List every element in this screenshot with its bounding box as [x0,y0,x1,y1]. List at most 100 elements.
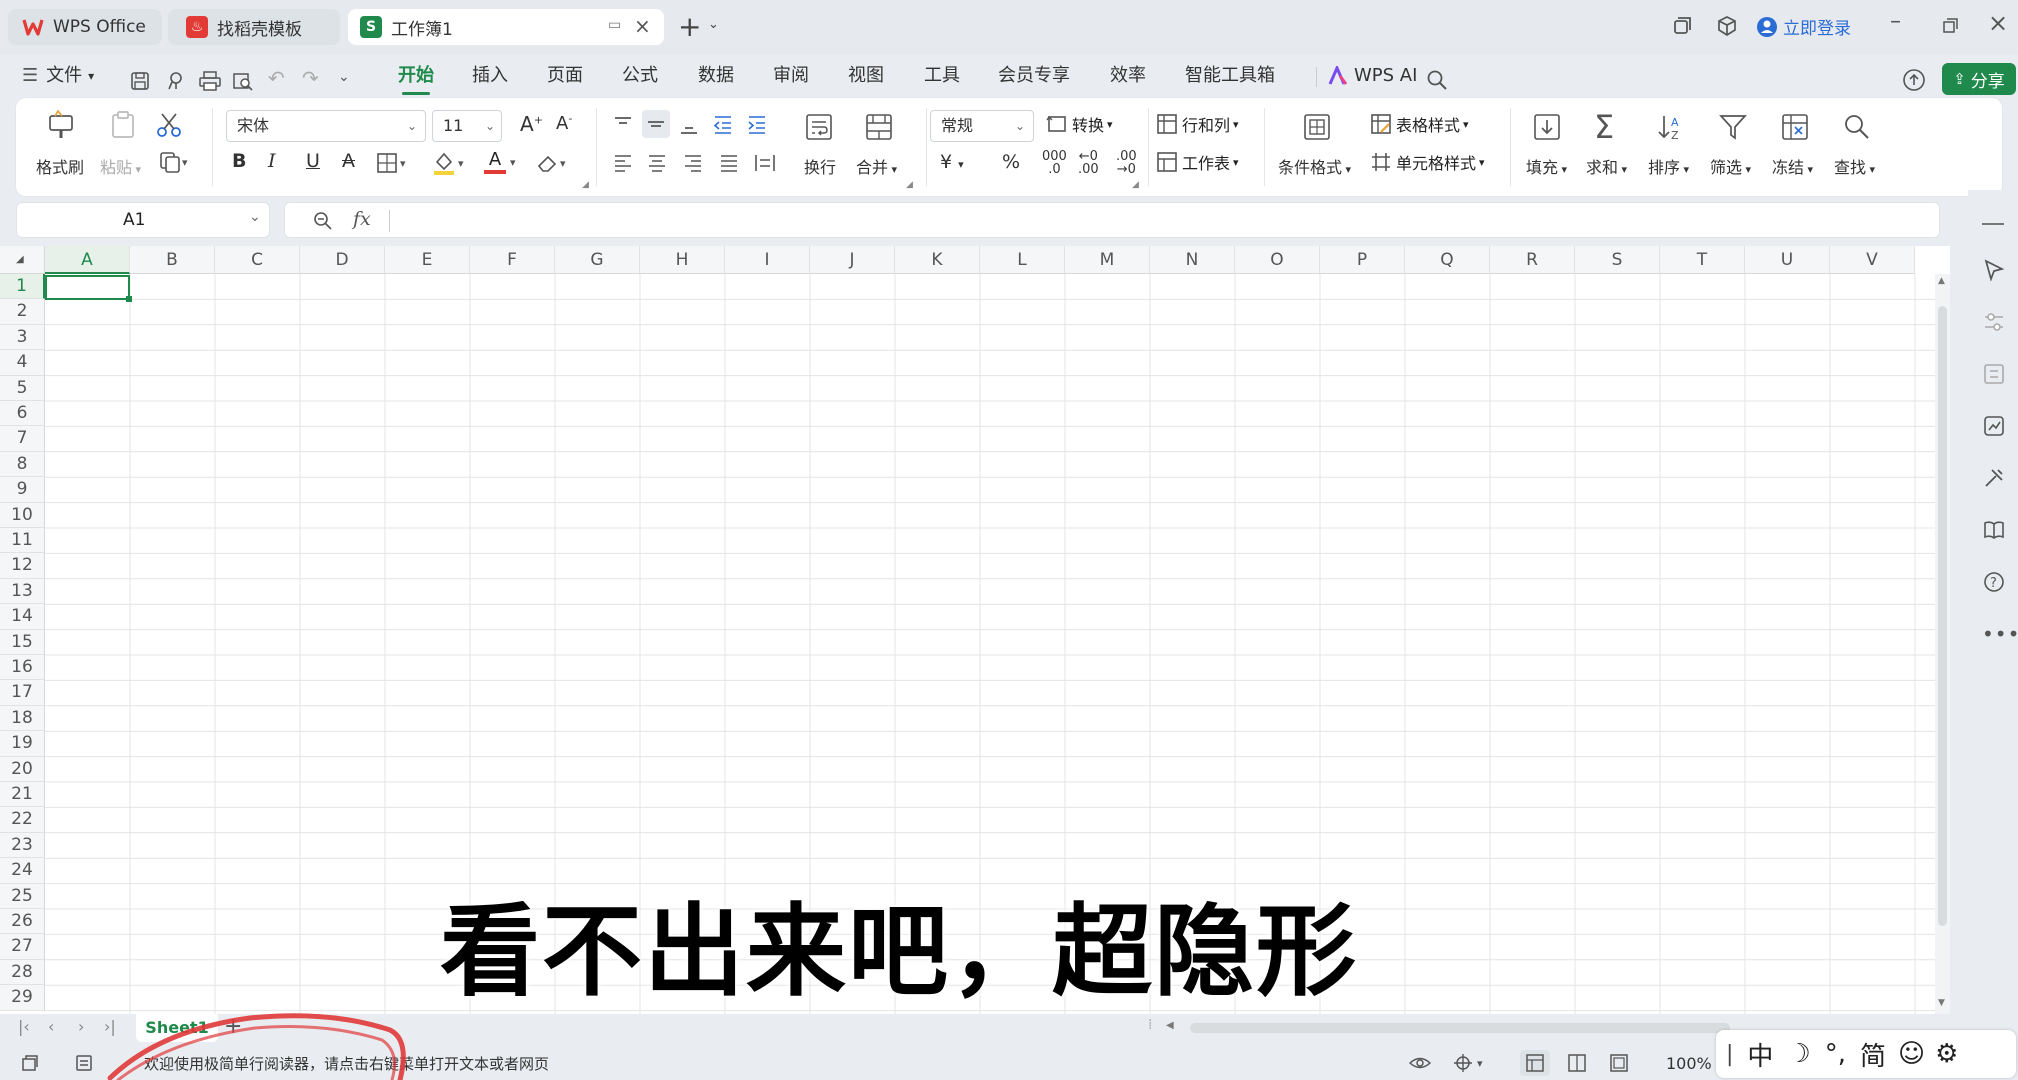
currency-button[interactable]: ¥ ▾ [940,151,964,173]
tab-view[interactable]: 视图 [848,62,884,90]
merge-cells-icon[interactable] [864,112,894,142]
window-layout-icon[interactable] [1672,16,1692,36]
paste-icon[interactable] [108,110,138,140]
filter-icon[interactable] [1718,112,1748,142]
prev-sheet-icon[interactable]: ‹ [48,1017,54,1036]
row-header[interactable]: 9 [0,477,45,503]
column-header[interactable]: O [1235,246,1320,274]
align-bottom-icon[interactable] [678,114,700,136]
number-format-select[interactable]: 常规 ⌄ [930,110,1034,142]
convert-button[interactable]: 转换 ▾ [1046,112,1113,136]
column-header[interactable]: B [130,246,215,274]
wps-ai-button[interactable]: WPS AI [1328,62,1417,90]
row-header[interactable]: 13 [0,578,45,605]
emoji-icon[interactable]: ☺ [1898,1039,1925,1069]
find-icon[interactable] [1842,112,1872,142]
zoom-formula-icon[interactable] [313,211,333,231]
row-header[interactable]: 20 [0,756,45,782]
freeze-icon[interactable] [1780,112,1810,142]
row-header[interactable]: 2 [0,299,45,325]
scissors-icon[interactable] [156,112,182,138]
row-header[interactable]: 12 [0,553,45,579]
font-color-button[interactable]: A ▾ [484,150,516,174]
freeze-label[interactable]: 冻结 ▾ [1772,154,1813,178]
increase-indent-icon[interactable] [746,114,768,136]
location-button[interactable]: ▾ [1452,1053,1483,1073]
file-menu[interactable]: ☰ 文件 ▾ [22,62,94,90]
tab-template[interactable]: ♨ 找稻壳模板 [168,9,340,45]
row-header[interactable]: 17 [0,680,45,706]
conditional-format-label[interactable]: 条件格式 ▾ [1278,154,1351,178]
row-header[interactable]: 23 [0,832,45,859]
align-middle-button[interactable] [642,110,670,138]
search-icon[interactable] [1426,69,1448,91]
login-button[interactable]: 立即登录 [1756,14,1851,39]
tools-icon[interactable] [1982,466,2006,490]
tab-home[interactable]: 开始 [398,62,434,95]
dialog-launcher-icon[interactable]: ◢ [906,180,913,190]
row-header[interactable]: 11 [0,528,45,554]
row-header[interactable]: 26 [0,909,45,935]
wrap-text-label[interactable]: 换行 [804,154,836,178]
decrease-font-icon[interactable]: A- [556,112,572,134]
tab-wps-office[interactable]: WPS Office [8,9,162,45]
adjust-icon[interactable] [1982,310,2006,334]
italic-button[interactable]: I [268,150,276,172]
align-center-icon[interactable] [646,152,668,174]
scroll-down-icon[interactable]: ▼ [1938,998,1945,1008]
percent-button[interactable]: % [1002,151,1020,173]
ime-chinese-toggle[interactable]: 中 [1747,1036,1773,1073]
first-sheet-icon[interactable]: |‹ [18,1017,30,1036]
save-icon[interactable] [130,71,150,91]
column-header[interactable]: P [1320,246,1405,274]
distribute-icon[interactable] [754,152,776,174]
conditional-format-icon[interactable] [1302,112,1332,142]
chevron-down-icon[interactable]: ⌄ [708,17,719,32]
sum-label[interactable]: 求和 ▾ [1586,154,1627,178]
tab-review[interactable]: 审阅 [773,62,809,90]
normal-view-button[interactable] [1520,1050,1550,1076]
name-box[interactable]: A1 ⌄ [16,202,270,238]
thousands-icon[interactable]: 000.0 [1042,150,1067,176]
row-header[interactable]: 3 [0,324,45,351]
row-header[interactable]: 25 [0,883,45,909]
new-tab-icon[interactable]: + [678,10,701,43]
ime-handle-icon[interactable]: | [1726,1042,1733,1067]
sort-label[interactable]: 排序 ▾ [1648,154,1689,178]
scroll-left-icon[interactable]: ◀ [1166,1020,1174,1031]
rows-cols-button[interactable]: 行和列 ▾ [1156,112,1239,136]
row-header[interactable]: 7 [0,426,45,452]
export-pdf-icon[interactable] [166,71,186,91]
moon-icon[interactable]: ☽ [1787,1039,1810,1069]
transform-icon[interactable] [1982,362,2006,386]
collapse-icon[interactable] [1982,223,2004,225]
decrease-indent-icon[interactable] [712,114,734,136]
document-icon[interactable] [74,1053,94,1073]
punctuation-icon[interactable]: °, [1825,1039,1846,1069]
print-icon[interactable] [199,71,221,91]
macro-icon[interactable] [20,1053,40,1073]
copy-button[interactable]: ▾ [158,150,188,174]
fill-down-icon[interactable] [1532,112,1562,142]
column-header[interactable]: Q [1405,246,1490,274]
column-header[interactable]: E [385,246,470,274]
zoom-level[interactable]: 100% [1666,1054,1712,1073]
bold-button[interactable]: B [232,150,246,172]
underline-button[interactable]: U [306,150,320,172]
row-header[interactable]: 14 [0,604,45,630]
tab-formula[interactable]: 公式 [622,62,658,90]
column-header[interactable]: T [1660,246,1745,274]
align-top-icon[interactable] [612,114,634,136]
close-tab-icon[interactable]: × [634,14,651,38]
pin-icon[interactable]: ▭ [608,17,621,33]
select-cursor-icon[interactable] [1982,258,2006,282]
filter-label[interactable]: 筛选 ▾ [1710,154,1751,178]
scroll-up-icon[interactable]: ▲ [1938,276,1945,286]
row-header[interactable]: 6 [0,401,45,427]
tab-insert[interactable]: 插入 [472,62,508,90]
minimize-icon[interactable]: – [1890,9,1901,34]
insert-function-button[interactable]: fx [353,208,371,230]
row-header[interactable]: 16 [0,655,45,681]
column-header[interactable]: G [555,246,640,274]
column-header[interactable]: R [1490,246,1575,274]
